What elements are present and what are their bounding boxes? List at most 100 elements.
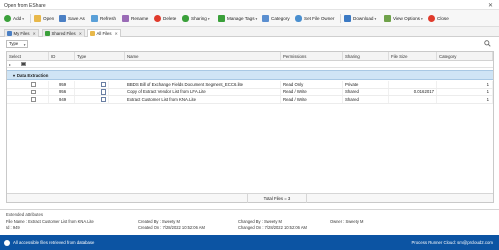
set-file-owner-button[interactable]: Set File Owner bbox=[295, 14, 334, 24]
close-tab-icon[interactable]: ✕ bbox=[79, 31, 82, 36]
extended-attributes-panel: Extended attributes File Name : Extract … bbox=[0, 209, 499, 235]
row-id: 956 bbox=[57, 88, 75, 95]
sharing-button[interactable]: Sharing ▾ bbox=[182, 14, 210, 24]
row-sharing: Shared bbox=[343, 96, 389, 103]
close-tab-icon[interactable]: ✕ bbox=[33, 31, 36, 36]
delete-icon bbox=[154, 15, 161, 22]
folder-open-icon bbox=[34, 15, 41, 22]
row-category: 1 bbox=[437, 81, 493, 88]
search-icon[interactable] bbox=[484, 39, 491, 47]
refresh-button[interactable]: Refresh bbox=[91, 14, 116, 24]
row-sharing: Private bbox=[343, 81, 389, 88]
total-files: Total Files = 3 bbox=[247, 194, 307, 203]
tag-icon bbox=[218, 15, 225, 22]
row-sharing: Shared bbox=[343, 88, 389, 95]
manage-tags-button[interactable]: Manage Tags ▾ bbox=[218, 14, 257, 24]
refresh-icon bbox=[91, 15, 98, 22]
owner-attribute: Owner : Sweety M bbox=[330, 219, 364, 224]
save-as-label: Save As bbox=[68, 16, 85, 21]
row-checkbox[interactable] bbox=[29, 81, 49, 88]
tab-label: All Files bbox=[96, 31, 112, 37]
column-header-select[interactable]: Select bbox=[7, 52, 49, 60]
save-as-button[interactable]: Save As bbox=[59, 14, 85, 24]
file-tabs: My Files ✕ Shared Files ✕ All Files ✕ bbox=[0, 27, 499, 38]
rename-icon bbox=[122, 15, 129, 22]
open-label: Open bbox=[43, 16, 55, 21]
delete-label: Delete bbox=[163, 16, 177, 21]
rename-button[interactable]: Rename bbox=[122, 14, 148, 24]
row-checkbox[interactable] bbox=[29, 96, 49, 103]
file-type-icon bbox=[99, 88, 109, 95]
column-header-sharing[interactable]: Sharing bbox=[343, 52, 389, 60]
view-options-button[interactable]: View Options ▾ bbox=[384, 14, 423, 24]
chevron-down-icon: ▾ bbox=[23, 42, 26, 47]
file-type-icon bbox=[99, 81, 109, 88]
category-label: Category bbox=[271, 16, 290, 21]
tab-shared-files[interactable]: Shared Files ✕ bbox=[42, 28, 85, 37]
open-button[interactable]: Open bbox=[34, 14, 54, 24]
column-header-category[interactable]: Category bbox=[437, 52, 493, 60]
row-checkbox[interactable] bbox=[29, 88, 49, 95]
manage-tags-label: Manage Tags bbox=[227, 16, 255, 21]
created-by-attribute: Created By : Sweety M bbox=[138, 219, 180, 224]
title-bar: Open from EShare ✕ bbox=[0, 0, 499, 10]
row-name: Copy of Extract Vendor List from LFA.Lit… bbox=[125, 88, 281, 95]
file-name-attribute: File Name : Extract Customer List from K… bbox=[6, 219, 94, 224]
share-icon bbox=[182, 15, 189, 22]
group-row[interactable]: ▾ Data Extraction bbox=[7, 70, 493, 80]
download-label: Download bbox=[353, 16, 374, 21]
row-file-size: 0.0162017 bbox=[389, 88, 437, 95]
category-icon bbox=[262, 15, 269, 22]
sharing-label: Sharing bbox=[191, 16, 207, 21]
collapse-arrow-icon[interactable]: ▾ bbox=[13, 73, 15, 78]
set-file-owner-label: Set File Owner bbox=[304, 16, 335, 21]
changed-by-attribute: Changed By : Sweety M bbox=[238, 219, 282, 224]
tab-label: My Files bbox=[13, 30, 30, 36]
grid-header: Select ID Type Name Permissions Sharing … bbox=[7, 52, 493, 61]
id-attribute: Id : 949 bbox=[6, 225, 20, 230]
column-header-name[interactable]: Name bbox=[125, 52, 281, 60]
refresh-label: Refresh bbox=[100, 16, 117, 21]
download-icon bbox=[344, 15, 351, 22]
add-icon bbox=[4, 15, 11, 22]
type-filter-dropdown[interactable]: Type ▾ bbox=[6, 40, 28, 48]
tab-label: Shared Files bbox=[51, 30, 76, 36]
file-type-icon bbox=[99, 96, 109, 103]
group-label: Data Extraction bbox=[16, 72, 49, 78]
column-header-id[interactable]: ID bbox=[49, 52, 75, 60]
status-message: All accessible files retrieved from data… bbox=[13, 240, 95, 245]
connection-info: Process Runner Cloud: sm@prcloud2.com bbox=[411, 240, 493, 245]
extended-attributes-header: Extended attributes bbox=[6, 212, 44, 217]
user-icon bbox=[295, 15, 302, 22]
select-all-checkbox[interactable] bbox=[19, 61, 29, 67]
category-button[interactable]: Category bbox=[262, 14, 290, 24]
close-label: Close bbox=[437, 16, 449, 21]
close-icon bbox=[428, 15, 435, 22]
window-title: Open from EShare bbox=[4, 2, 46, 9]
row-permissions: Read / Write bbox=[281, 88, 343, 95]
column-header-permissions[interactable]: Permissions bbox=[281, 52, 343, 60]
close-button[interactable]: Close bbox=[428, 14, 449, 24]
group-header: ▾ Data Extraction bbox=[7, 71, 207, 79]
save-icon bbox=[59, 15, 66, 22]
row-id: 949 bbox=[57, 96, 75, 103]
shared-files-icon bbox=[45, 30, 50, 36]
view-options-icon bbox=[384, 15, 391, 22]
add-label: Add bbox=[13, 16, 22, 21]
all-files-icon bbox=[90, 31, 95, 37]
tab-my-files[interactable]: My Files ✕ bbox=[4, 28, 39, 37]
close-window-icon[interactable]: ✕ bbox=[488, 2, 493, 9]
row-category: 1 bbox=[437, 96, 493, 103]
table-row[interactable]: 959 BBDS Bill of Exchange Fields Documen… bbox=[7, 81, 493, 89]
column-header-type[interactable]: Type bbox=[75, 52, 125, 60]
delete-button[interactable]: Delete bbox=[154, 14, 176, 24]
add-button[interactable]: Add ▾ bbox=[4, 14, 24, 24]
column-header-file-size[interactable]: File Size bbox=[389, 52, 437, 60]
table-row[interactable]: 949 Extract Customer List from KNA.Lite … bbox=[7, 96, 493, 104]
row-name: Extract Customer List from KNA.Lite bbox=[125, 96, 281, 103]
type-filter-label: Type bbox=[9, 41, 19, 47]
table-row[interactable]: 956 Copy of Extract Vendor List from LFA… bbox=[7, 88, 493, 96]
close-tab-icon[interactable]: ✕ bbox=[115, 31, 118, 36]
download-button[interactable]: Download ▾ bbox=[344, 14, 376, 24]
row-file-size bbox=[389, 81, 437, 88]
